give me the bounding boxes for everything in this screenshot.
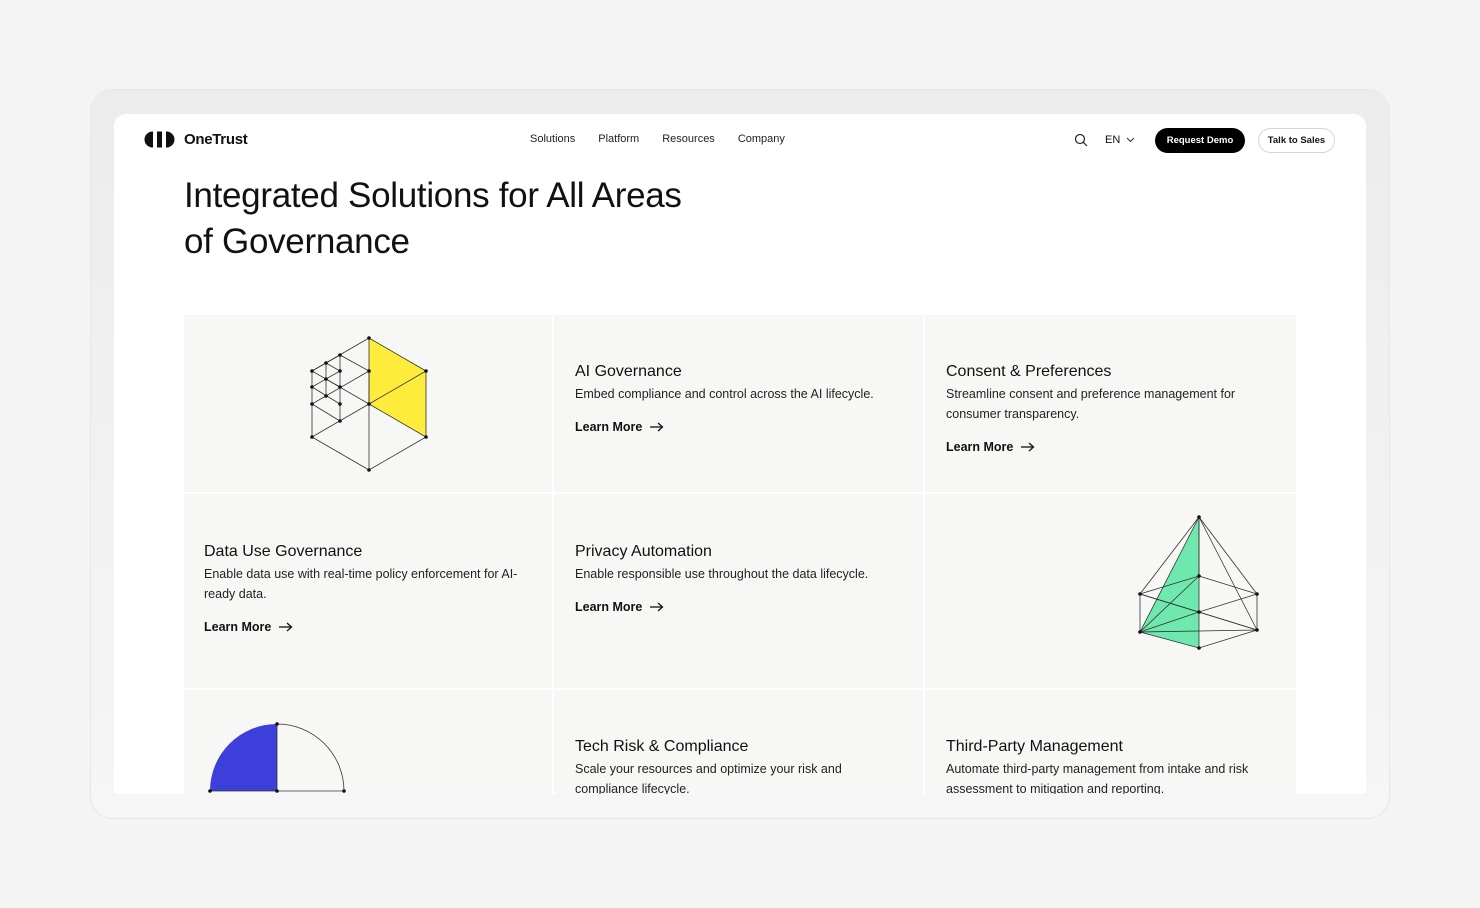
- learn-more-link[interactable]: Learn More: [204, 620, 293, 634]
- card-consent-preferences: Consent & Preferences Streamline consent…: [925, 315, 1296, 492]
- nav-resources[interactable]: Resources: [662, 133, 715, 145]
- hexagon-illustration-cell: [184, 315, 552, 492]
- search-icon[interactable]: [1074, 133, 1088, 147]
- card-ai-governance: AI Governance Embed compliance and contr…: [554, 315, 923, 492]
- talk-to-sales-button[interactable]: Talk to Sales: [1258, 128, 1335, 153]
- learn-more-label: Learn More: [204, 620, 272, 634]
- card-description: Embed compliance and control across the …: [575, 387, 874, 401]
- semicircle-illustration-cell: [184, 690, 552, 794]
- card-privacy-automation: Privacy Automation Enable responsible us…: [554, 494, 923, 688]
- learn-more-link[interactable]: Learn More: [946, 440, 1035, 454]
- nav-solutions[interactable]: Solutions: [530, 133, 575, 145]
- card-description: Streamline consent and preference manage…: [946, 387, 1236, 421]
- green-pyramid-illustration: [1138, 515, 1259, 650]
- nav-platform[interactable]: Platform: [598, 133, 639, 145]
- chevron-down-icon: [1126, 137, 1135, 143]
- browser-screen: OneTrust Solutions Platform Resources Co…: [114, 114, 1366, 794]
- card-title: Tech Risk & Compliance: [575, 738, 749, 755]
- arrow-right-icon: [279, 622, 293, 632]
- card-description: Scale your resources and optimize your r…: [575, 762, 842, 794]
- language-label: EN: [1105, 134, 1121, 146]
- learn-more-label: Learn More: [575, 420, 643, 434]
- pyramid-illustration-cell: [925, 494, 1296, 688]
- card-title: Consent & Preferences: [946, 363, 1112, 380]
- card-title: Third-Party Management: [946, 738, 1123, 755]
- main-nav: Solutions Platform Resources Company: [530, 133, 785, 145]
- nav-company[interactable]: Company: [738, 133, 785, 145]
- page-title: Integrated Solutions for All Areas of Go…: [184, 173, 804, 265]
- card-tech-risk-compliance: Tech Risk & Compliance Scale your resour…: [554, 690, 923, 794]
- onetrust-logo[interactable]: OneTrust: [144, 131, 248, 148]
- card-title: Privacy Automation: [575, 543, 712, 560]
- learn-more-label: Learn More: [946, 440, 1014, 454]
- solutions-grid: AI Governance Embed compliance and contr…: [184, 315, 1296, 794]
- learn-more-link[interactable]: Learn More: [575, 600, 664, 614]
- language-selector[interactable]: EN: [1105, 134, 1135, 146]
- learn-more-label: Learn More: [575, 600, 643, 614]
- page-title-line-1: Integrated Solutions for All Areas: [184, 176, 682, 215]
- arrow-right-icon: [650, 602, 664, 612]
- brand-name: OneTrust: [184, 131, 248, 148]
- card-third-party-management: Third-Party Management Automate third-pa…: [925, 690, 1296, 794]
- card-title: AI Governance: [575, 363, 682, 380]
- card-data-use-governance: Data Use Governance Enable data use with…: [184, 494, 552, 688]
- blue-semicircle-illustration: [208, 722, 346, 793]
- request-demo-button[interactable]: Request Demo: [1155, 128, 1245, 153]
- card-title: Data Use Governance: [204, 543, 363, 560]
- onetrust-logo-icon: [144, 131, 175, 148]
- page-title-line-2: of Governance: [184, 222, 410, 261]
- yellow-hexagon-illustration: [310, 336, 428, 472]
- card-description: Automate third-party management from int…: [946, 762, 1249, 794]
- learn-more-link[interactable]: Learn More: [575, 420, 664, 434]
- arrow-right-icon: [650, 422, 664, 432]
- card-description: Enable data use with real-time policy en…: [204, 567, 518, 601]
- arrow-right-icon: [1021, 442, 1035, 452]
- card-description: Enable responsible use throughout the da…: [575, 567, 869, 581]
